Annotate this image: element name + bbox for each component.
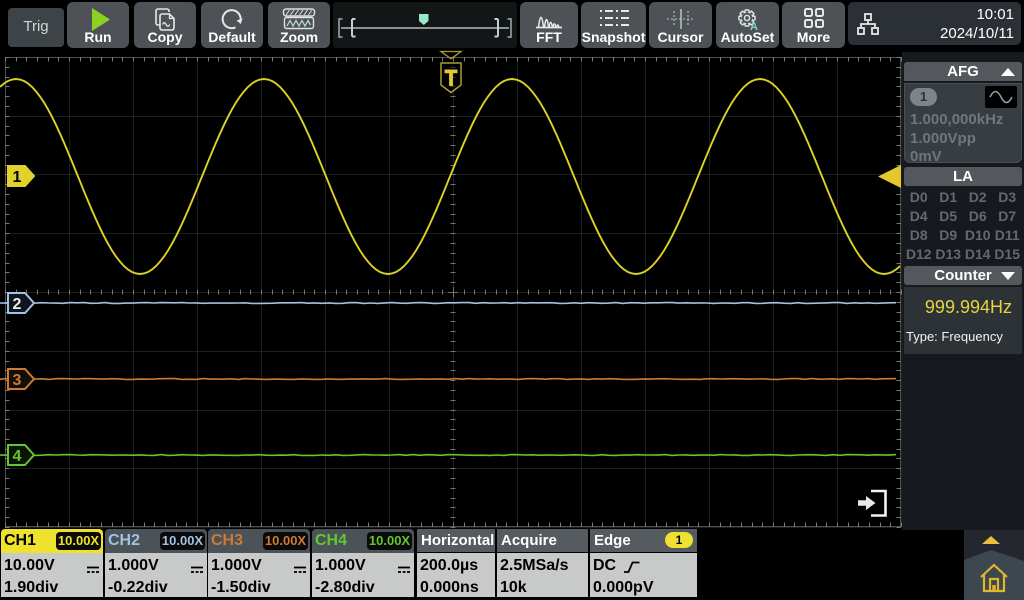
svg-text:2: 2 <box>13 296 22 313</box>
svg-text:3: 3 <box>13 372 22 389</box>
svg-text:4: 4 <box>13 448 22 465</box>
svg-text:1: 1 <box>13 169 22 186</box>
